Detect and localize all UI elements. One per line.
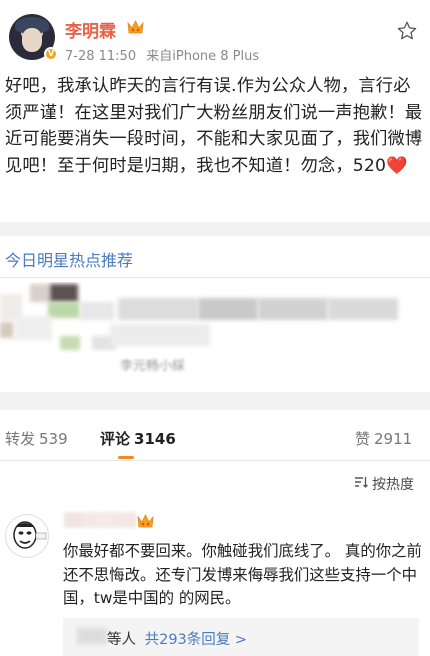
tab-like-label: 赞: [355, 430, 371, 448]
post-time: 7-28 11:50: [65, 49, 137, 64]
tab-repost-label: 转发: [5, 430, 36, 448]
tab-comment[interactable]: 评论 3146: [100, 428, 176, 449]
vip-crown-icon: [127, 20, 144, 34]
tab-comment-label: 评论: [100, 430, 131, 448]
author-username[interactable]: 李明霖: [65, 17, 116, 42]
hot-recommend-caption: 李元畅小綵: [120, 359, 186, 374]
post-text: 好吧，我承认昨天的言行有误.作为公众人物，言行必须严谨！在这里对我们广大粉丝朋友…: [5, 76, 423, 176]
tab-like-count: 2911: [374, 430, 413, 448]
verified-badge-icon: V: [44, 47, 58, 61]
tab-repost-count: 539: [39, 430, 68, 448]
active-tab-indicator: [118, 456, 134, 459]
sort-control[interactable]: 按热度: [0, 466, 430, 500]
favorite-star-icon[interactable]: [396, 20, 418, 42]
view-replies-link[interactable]: 共293条回复 >: [145, 632, 247, 648]
reply-prefix: 等人: [107, 632, 136, 648]
section-separator: [0, 392, 430, 410]
vip-crown-icon: [137, 514, 154, 528]
replies-summary[interactable]: 等人 共293条回复 >: [63, 618, 419, 656]
meme-face-icon: [13, 521, 47, 549]
heart-emoji: ❤️: [386, 155, 408, 176]
tab-like[interactable]: 赞 2911: [355, 428, 412, 449]
hot-recommend-title[interactable]: 今日明星热点推荐: [5, 247, 133, 271]
hot-recommend-content-blurred[interactable]: [0, 282, 430, 390]
reply-users-blurred: [77, 628, 107, 644]
reply-summary-text: 等人 共293条回复 >: [107, 628, 247, 649]
divider: [0, 277, 430, 278]
post-source: 来自iPhone 8 Plus: [146, 49, 260, 64]
tab-repost[interactable]: 转发 539: [5, 428, 68, 449]
divider: [0, 460, 430, 461]
post-content: 好吧，我承认昨天的言行有误.作为公众人物，言行必须严谨！在这里对我们广大粉丝朋友…: [5, 73, 423, 179]
post-meta: 7-28 11:50 来自iPhone 8 Plus: [65, 45, 259, 64]
section-separator: [0, 222, 430, 236]
sort-label: 按热度: [372, 477, 414, 493]
interaction-tabs: 转发 539 评论 3146 赞 2911: [0, 416, 430, 460]
post-header: V 李明霖 7-28 11:50 来自iPhone 8 Plus: [0, 0, 430, 64]
sort-icon: [355, 477, 368, 488]
tab-comment-count: 3146: [134, 430, 176, 448]
commenter-name-blurred[interactable]: [64, 512, 136, 528]
comment-text: 你最好都不要回来。你触碰我们底线了。 真的你之前还不思悔改。还专门发博来侮辱我们…: [63, 542, 422, 607]
commenter-avatar[interactable]: [5, 514, 49, 558]
